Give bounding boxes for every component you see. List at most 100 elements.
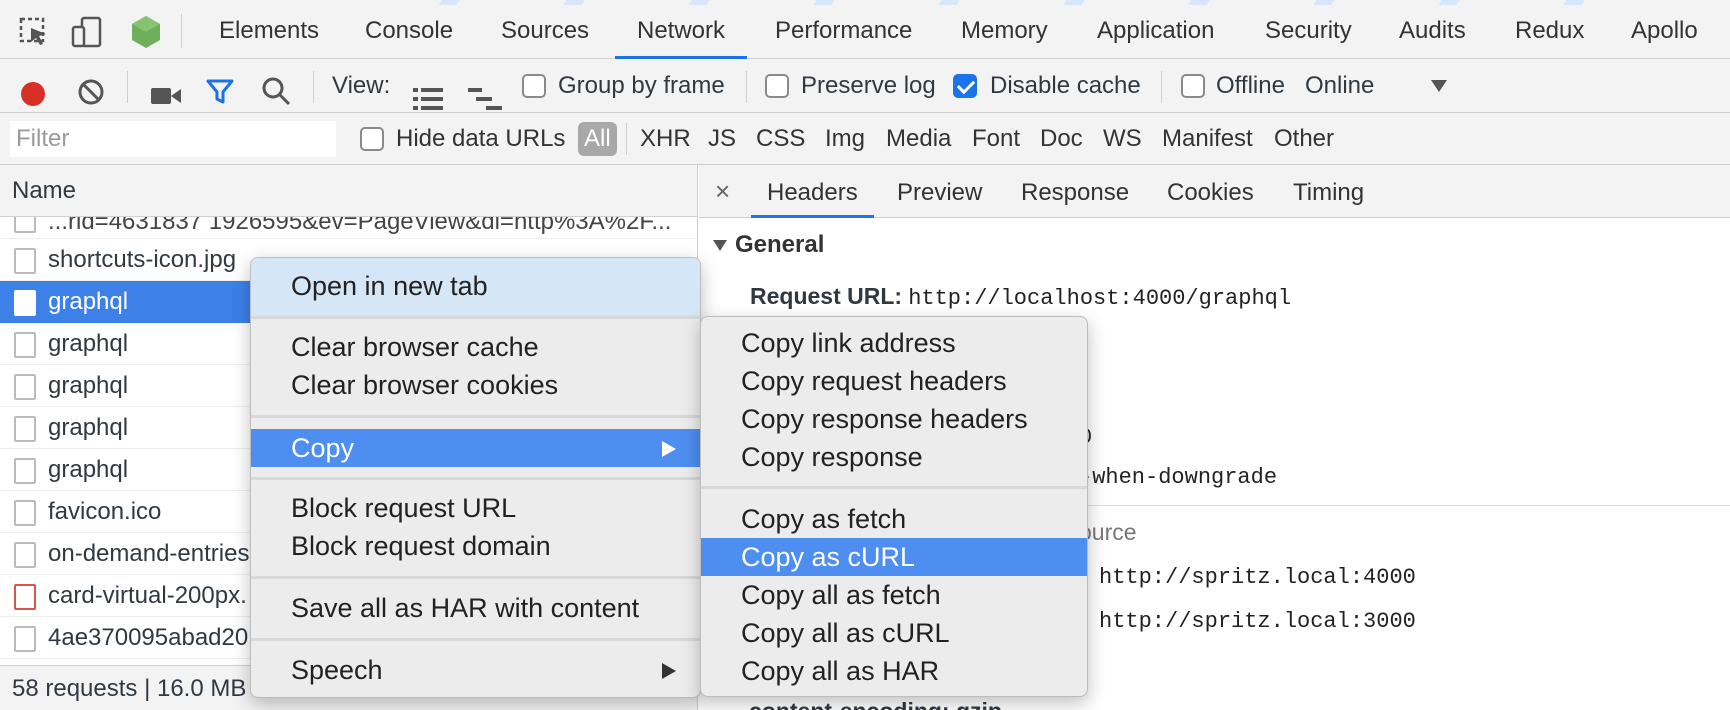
filter-type-img[interactable]: Img [825,113,865,165]
filter-type-all[interactable]: All [578,122,617,156]
filter-bar: Hide data URLs All XHR JS CSS Img Media … [0,113,1730,165]
menu-item-copy-link-address[interactable]: Copy link address [701,324,956,362]
origin-value-1: http://spritz.local:4000 [1099,565,1416,590]
image-file-icon [14,584,36,610]
menu-item-copy-as-curl[interactable]: Copy as cURL [701,538,1087,576]
menu-item-block-request-url[interactable]: Block request URL [251,489,516,527]
menu-item-block-request-domain[interactable]: Block request domain [251,527,551,565]
request-url-label: Request URL: [750,283,903,309]
group-by-frame-label: Group by frame [558,72,725,99]
tab-response[interactable]: Response [1021,165,1129,218]
throttling-value: Online [1305,72,1375,99]
file-icon [14,374,36,400]
inspect-element-icon[interactable] [16,14,52,50]
menu-item-copy-response[interactable]: Copy response [701,438,923,476]
file-icon [14,458,36,484]
request-url-row: Request URL: http://localhost:4000/graph… [750,283,1291,311]
menu-item-save-all-as-har[interactable]: Save all as HAR with content [251,589,639,627]
menu-item-copy[interactable]: Copy [251,429,700,467]
general-section-header[interactable]: General [713,231,824,259]
devtools-tab-bar: Elements Console Sources Network Perform… [0,0,1730,59]
filter-input[interactable] [10,121,336,157]
content-encoding-partial: content-encoding: gzip [749,698,1002,710]
request-url-value: http://localhost:4000/graphql [908,286,1292,311]
group-by-frame-checkbox[interactable] [522,74,546,98]
record-button[interactable] [20,73,46,106]
menu-item-speech[interactable]: Speech [251,651,700,689]
offline-checkbox[interactable] [1181,74,1205,98]
vue-devtools-hexagon-icon[interactable] [128,14,164,50]
hide-data-urls-checkbox[interactable] [360,127,384,151]
waterfall-overview-icon[interactable] [468,76,502,110]
tab-preview[interactable]: Preview [897,165,982,218]
copy-submenu: Copy link address Copy request headers C… [700,316,1088,697]
file-icon [14,290,36,316]
menu-item-open-in-new-tab[interactable]: Open in new tab [251,258,700,316]
details-tab-bar: × Headers Preview Response Cookies Timin… [699,165,1730,218]
table-row[interactable]: ...rid=4631837 1926595&ev=PageView&dl=ht… [0,217,697,239]
capture-screenshots-icon[interactable] [150,74,182,104]
chevron-down-icon [1431,80,1447,92]
submenu-arrow-icon [662,441,676,457]
referrer-policy-partial: -when-downgrade [1079,465,1278,490]
filter-type-media[interactable]: Media [886,113,951,165]
tab-cookies[interactable]: Cookies [1167,165,1254,218]
file-icon [14,500,36,526]
tab-timing[interactable]: Timing [1293,165,1364,218]
filter-icon[interactable] [205,72,235,104]
file-icon [14,217,36,233]
filter-type-css[interactable]: CSS [756,113,805,165]
menu-item-copy-all-as-fetch[interactable]: Copy all as fetch [701,576,941,614]
menu-item-clear-browser-cookies[interactable]: Clear browser cookies [251,366,558,404]
offline-label: Offline [1216,72,1285,99]
device-toolbar-icon[interactable] [70,14,106,50]
name-column-header[interactable]: Name [0,165,697,217]
filter-type-ws[interactable]: WS [1103,113,1142,165]
tab-console[interactable]: Console [365,0,453,59]
file-icon [14,542,36,568]
view-label: View: [332,72,391,99]
tab-elements[interactable]: Elements [219,0,319,59]
tab-redux[interactable]: Redux [1515,0,1584,59]
triangle-down-icon [713,240,727,252]
tab-security[interactable]: Security [1265,0,1352,59]
throttling-select[interactable]: Online [1305,59,1447,113]
filter-type-xhr[interactable]: XHR [640,113,691,165]
clear-icon[interactable] [77,72,105,105]
large-rows-icon[interactable] [413,76,443,110]
file-icon [14,416,36,442]
disable-cache-checkbox[interactable] [953,74,977,98]
hide-data-urls-label: Hide data URLs [396,125,566,152]
file-icon [14,332,36,358]
search-icon[interactable] [261,72,291,106]
tab-network[interactable]: Network [615,0,748,59]
filter-type-doc[interactable]: Doc [1040,113,1083,165]
menu-item-copy-all-as-curl[interactable]: Copy all as cURL [701,614,950,652]
image-file-icon [14,248,36,274]
file-icon [14,626,36,652]
preserve-log-label: Preserve log [801,72,936,99]
origin-value-2: http://spritz.local:3000 [1099,609,1416,634]
tab-headers[interactable]: Headers [751,165,874,218]
menu-item-copy-all-as-har[interactable]: Copy all as HAR [701,652,939,690]
filter-type-font[interactable]: Font [972,113,1020,165]
menu-item-copy-as-fetch[interactable]: Copy as fetch [701,500,906,538]
filter-type-other[interactable]: Other [1274,113,1334,165]
tab-audits[interactable]: Audits [1399,0,1466,59]
tab-application[interactable]: Application [1097,0,1214,59]
filter-type-js[interactable]: JS [708,113,736,165]
filter-type-manifest[interactable]: Manifest [1162,113,1253,165]
menu-item-copy-response-headers[interactable]: Copy response headers [701,400,1028,438]
tab-apollo[interactable]: Apollo [1631,0,1698,59]
menu-item-clear-browser-cache[interactable]: Clear browser cache [251,328,539,366]
preserve-log-checkbox[interactable] [765,74,789,98]
disable-cache-label: Disable cache [990,72,1141,99]
close-icon[interactable]: × [715,165,730,218]
tab-sources[interactable]: Sources [501,0,589,59]
context-menu: Open in new tab Clear browser cache Clea… [250,257,701,698]
tab-memory[interactable]: Memory [961,0,1048,59]
tab-performance[interactable]: Performance [775,0,912,59]
network-toolbar: View: Group by frame Preserve log Disabl… [0,59,1730,113]
menu-item-copy-request-headers[interactable]: Copy request headers [701,362,1007,400]
submenu-arrow-icon [662,663,676,679]
